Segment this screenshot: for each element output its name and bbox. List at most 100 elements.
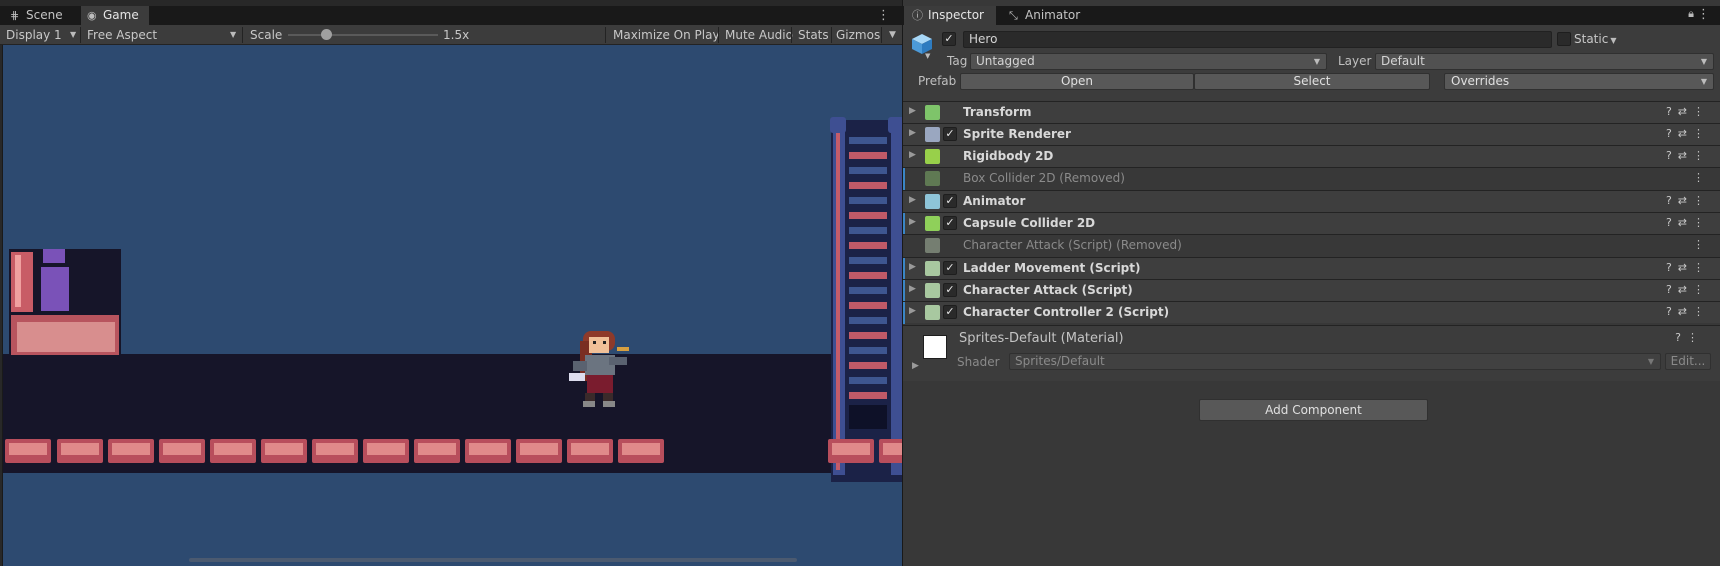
component-tools-icons[interactable]: ?⇄⋮ <box>1666 283 1710 296</box>
object-name-field[interactable]: Hero <box>963 31 1552 48</box>
left-tab-bar: ⋕ Scene ◉ Game ⋮ <box>0 6 902 25</box>
component-row[interactable]: ▶ Rigidbody 2D ?⇄⋮ <box>903 145 1720 167</box>
expand-arrow-icon[interactable]: ▶ <box>909 106 916 116</box>
prefab-select-button[interactable]: Select <box>1194 73 1430 90</box>
component-row[interactable]: Box Collider 2D (Removed) ⋮ <box>903 167 1720 190</box>
ladder-rung <box>849 272 887 279</box>
chevron-down-icon[interactable]: ▼ <box>925 52 930 60</box>
component-row[interactable]: ▶ ✓ Capsule Collider 2D ?⇄⋮ <box>903 212 1720 235</box>
component-tools-icons[interactable]: ?⇄⋮ <box>1666 127 1710 140</box>
animator-tab-icon: ⤡ <box>1009 9 1018 22</box>
component-row[interactable]: ▶ ✓ Animator ?⇄⋮ <box>903 190 1720 212</box>
component-menu-icon[interactable]: ⋮ <box>1693 171 1710 184</box>
expand-arrow-icon[interactable]: ▶ <box>909 128 916 138</box>
component-row[interactable]: ▶ ✓ Sprite Renderer ?⇄⋮ <box>903 123 1720 145</box>
tab-animator[interactable]: ⤡ Animator <box>1003 6 1083 25</box>
rigidbody-icon <box>925 149 940 164</box>
layer-dropdown[interactable]: Default ▼ <box>1375 53 1714 70</box>
more-menu-icon[interactable]: ⋮ <box>877 6 890 25</box>
component-tools-icons[interactable]: ?⇄⋮ <box>1666 194 1710 207</box>
lock-icon[interactable]: 🔒︎ <box>1688 7 1694 21</box>
component-enabled-checkbox[interactable]: ✓ <box>943 305 957 319</box>
active-checkbox[interactable]: ✓ <box>942 32 956 46</box>
aspect-dropdown[interactable]: Free Aspect ▼ <box>87 25 240 45</box>
component-menu-icon[interactable]: ⋮ <box>1693 238 1710 251</box>
component-tools-icons[interactable]: ?⇄⋮ <box>1666 261 1710 274</box>
component-label: Capsule Collider 2D <box>963 216 1096 230</box>
component-row[interactable]: Character Attack (Script) (Removed) ⋮ <box>903 234 1720 256</box>
expand-arrow-icon[interactable]: ▶ <box>909 150 916 160</box>
tab-inspector[interactable]: ⓘ Inspector <box>904 6 996 25</box>
ladder-rung <box>849 137 887 144</box>
layer-value: Default <box>1381 54 1425 68</box>
scale-slider-thumb[interactable] <box>320 29 332 40</box>
tab-game[interactable]: ◉ Game <box>81 6 149 25</box>
script-icon <box>925 305 940 320</box>
display-dropdown[interactable]: Display 1 ▼ <box>6 25 80 45</box>
prefab-open-button[interactable]: Open <box>960 73 1194 90</box>
scale-slider[interactable] <box>288 29 438 40</box>
ladder-rung <box>849 257 887 264</box>
component-tools-icons[interactable]: ?⇄⋮ <box>1666 149 1710 162</box>
material-name: Sprites-Default (Material) <box>959 331 1124 346</box>
component-tools-icons[interactable]: ?⇄⋮ <box>1666 305 1710 318</box>
component-row[interactable]: ▶ ✓ Character Attack (Script) ?⇄⋮ <box>903 279 1720 302</box>
chevron-down-icon: ▼ <box>70 30 77 39</box>
grid-icon: ⋕ <box>10 9 20 22</box>
component-label: Transform <box>963 105 1032 119</box>
component-enabled-checkbox[interactable]: ✓ <box>943 194 957 208</box>
expand-arrow-icon[interactable]: ▶ <box>909 262 916 272</box>
game-viewport[interactable] <box>2 45 902 566</box>
component-row[interactable]: ▶ ✓ Ladder Movement (Script) ?⇄⋮ <box>903 257 1720 280</box>
add-component-button[interactable]: Add Component <box>1199 399 1428 421</box>
script-icon <box>925 238 940 253</box>
chevron-down-icon: ▼ <box>1700 57 1707 66</box>
sprite-renderer-icon <box>925 127 940 142</box>
component-row[interactable]: ▶ ✓ Character Controller 2 (Script) ?⇄⋮ <box>903 301 1720 324</box>
floor-brick-highlight <box>418 443 456 455</box>
mute-audio-button[interactable]: Mute Audio <box>725 25 793 45</box>
maximize-on-play-button[interactable]: Maximize On Play <box>613 25 720 45</box>
gizmos-button[interactable]: Gizmos <box>836 25 880 45</box>
floor-brick-highlight <box>883 443 902 455</box>
component-label: Ladder Movement (Script) <box>963 261 1141 275</box>
material-help-icon[interactable]: ?⋮ <box>1675 331 1704 344</box>
static-checkbox[interactable] <box>1557 32 1571 46</box>
floor-brick-highlight <box>61 443 99 455</box>
floor-brick-highlight <box>9 443 47 455</box>
game-scene-art <box>3 117 902 562</box>
gizmos-dropdown-icon[interactable]: ▼ <box>889 25 896 45</box>
ladder-rung <box>849 152 887 159</box>
tab-scene[interactable]: ⋕ Scene <box>4 6 70 25</box>
static-dropdown[interactable]: Static ▼ <box>1574 32 1616 46</box>
component-enabled-checkbox[interactable]: ✓ <box>943 216 957 230</box>
component-label: Character Attack (Script) (Removed) <box>963 238 1182 252</box>
shader-edit-button[interactable]: Edit... <box>1665 353 1711 370</box>
shader-dropdown[interactable]: Sprites/Default ▼ <box>1009 353 1661 370</box>
divider <box>831 27 832 43</box>
added-override-bar <box>903 280 905 302</box>
component-row[interactable]: ▶ Transform ?⇄⋮ <box>903 101 1720 123</box>
component-enabled-checkbox[interactable]: ✓ <box>943 283 957 297</box>
floor-brick-highlight <box>265 443 303 455</box>
expand-arrow-icon[interactable]: ▶ <box>909 195 916 205</box>
expand-arrow-icon[interactable]: ▶ <box>909 217 916 227</box>
expand-arrow-icon[interactable]: ▶ <box>912 361 919 371</box>
expand-arrow-icon[interactable]: ▶ <box>909 306 916 316</box>
component-tools-icons[interactable]: ?⇄⋮ <box>1666 216 1710 229</box>
tab-scene-label: Scene <box>26 8 63 22</box>
component-enabled-checkbox[interactable]: ✓ <box>943 261 957 275</box>
tag-dropdown[interactable]: Untagged ▼ <box>970 53 1327 70</box>
stats-button[interactable]: Stats <box>798 25 829 45</box>
expand-arrow-icon[interactable]: ▶ <box>909 284 916 294</box>
ladder-bottom <box>849 405 887 429</box>
scale-label: Scale <box>250 28 283 42</box>
component-label: Character Controller 2 (Script) <box>963 305 1170 319</box>
added-override-bar <box>903 258 905 280</box>
prefab-overrides-dropdown[interactable]: Overrides ▼ <box>1444 73 1714 90</box>
more-menu-icon[interactable]: ⋮ <box>1697 7 1710 22</box>
component-enabled-checkbox[interactable]: ✓ <box>943 127 957 141</box>
floor-brick-highlight <box>520 443 558 455</box>
ladder-rung <box>849 377 887 384</box>
component-tools-icons[interactable]: ?⇄⋮ <box>1666 105 1710 118</box>
